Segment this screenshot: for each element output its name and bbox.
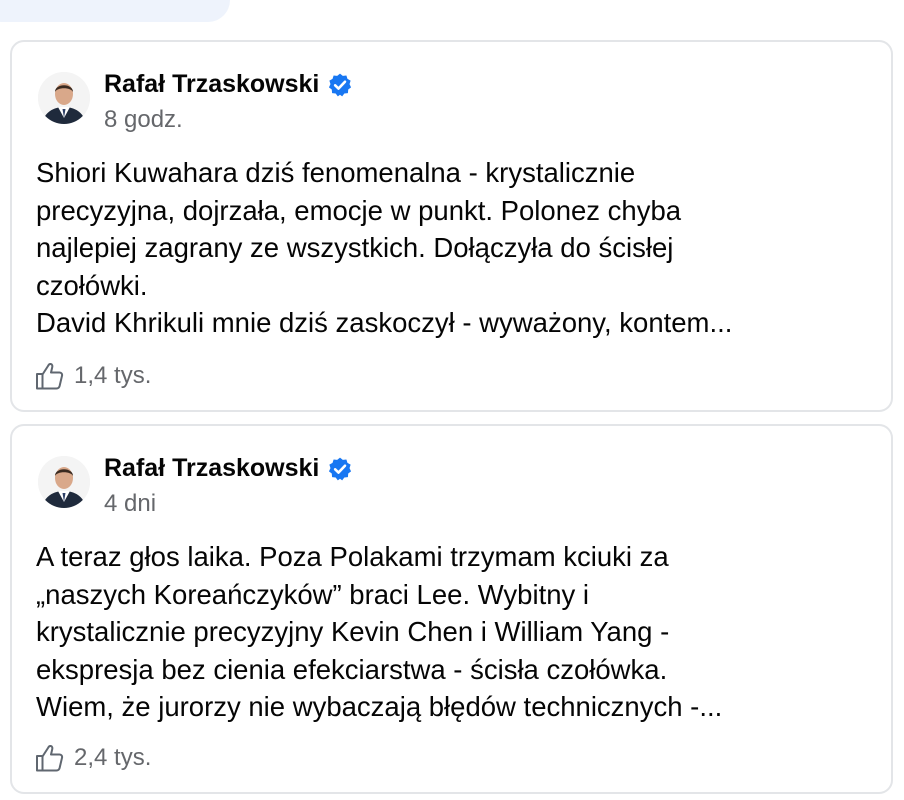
avatar[interactable] [38,456,90,508]
post-text-line: Shiori Kuwahara dziś fenomenalna - kryst… [36,157,636,188]
like-button[interactable]: 1,4 tys. [34,360,151,392]
like-button[interactable]: 2,4 tys. [34,742,151,774]
thumbs-up-icon [36,744,64,772]
post-body[interactable]: A teraz głos laika. Poza Polakami trzyma… [36,538,876,726]
clipped-tab-pill[interactable] [0,0,230,22]
post-timestamp[interactable]: 8 godz. [104,106,183,134]
post-text-line: „naszych Koreańczyków” braci Lee. Wybitn… [36,578,590,610]
post-timestamp[interactable]: 4 dni [104,490,156,518]
like-count: 2,4 tys. [74,744,152,771]
avatar[interactable] [38,72,90,124]
verified-badge-icon [329,73,352,96]
avatar-image [38,456,90,508]
author-name-text[interactable]: Rafał Trzaskowski [104,70,319,99]
post-text-line: Wiem, że jurorzy nie wybaczają błędów te… [36,691,723,722]
verified-badge-icon [329,457,352,480]
thumbs-up-icon [36,362,64,390]
post-text-line: David Khrikuli mnie dziś zaskoczył - wyw… [36,307,733,338]
post-card[interactable]: Rafał Trzaskowski 4 dni A teraz głos lai… [10,424,893,794]
author-name[interactable]: Rafał Trzaskowski [104,70,353,99]
post-card[interactable]: Rafał Trzaskowski 8 godz. Shiori Kuwahar… [10,40,893,412]
post-text-line: najlepiej zagrany ze wszystkich. Dołączy… [36,232,674,263]
author-name-text[interactable]: Rafał Trzaskowski [104,454,319,483]
top-clipped-area [0,0,904,30]
post-text-line: czołówki. [36,269,148,301]
post-text-line: ekspresja bez cienia efekciarstwa - ścis… [36,653,668,685]
like-count: 1,4 tys. [74,362,152,389]
avatar-image [38,72,90,124]
post-text-line: krystalicznie precyzyjny Kevin Chen i Wi… [36,616,670,647]
post-text-line: precyzyjna, dojrzała, emocje w punkt. Po… [36,194,682,226]
post-body[interactable]: Shiori Kuwahara dziś fenomenalna - kryst… [36,154,876,342]
post-text-line: A teraz głos laika. Poza Polakami trzyma… [36,541,669,572]
author-name[interactable]: Rafał Trzaskowski [104,454,353,483]
